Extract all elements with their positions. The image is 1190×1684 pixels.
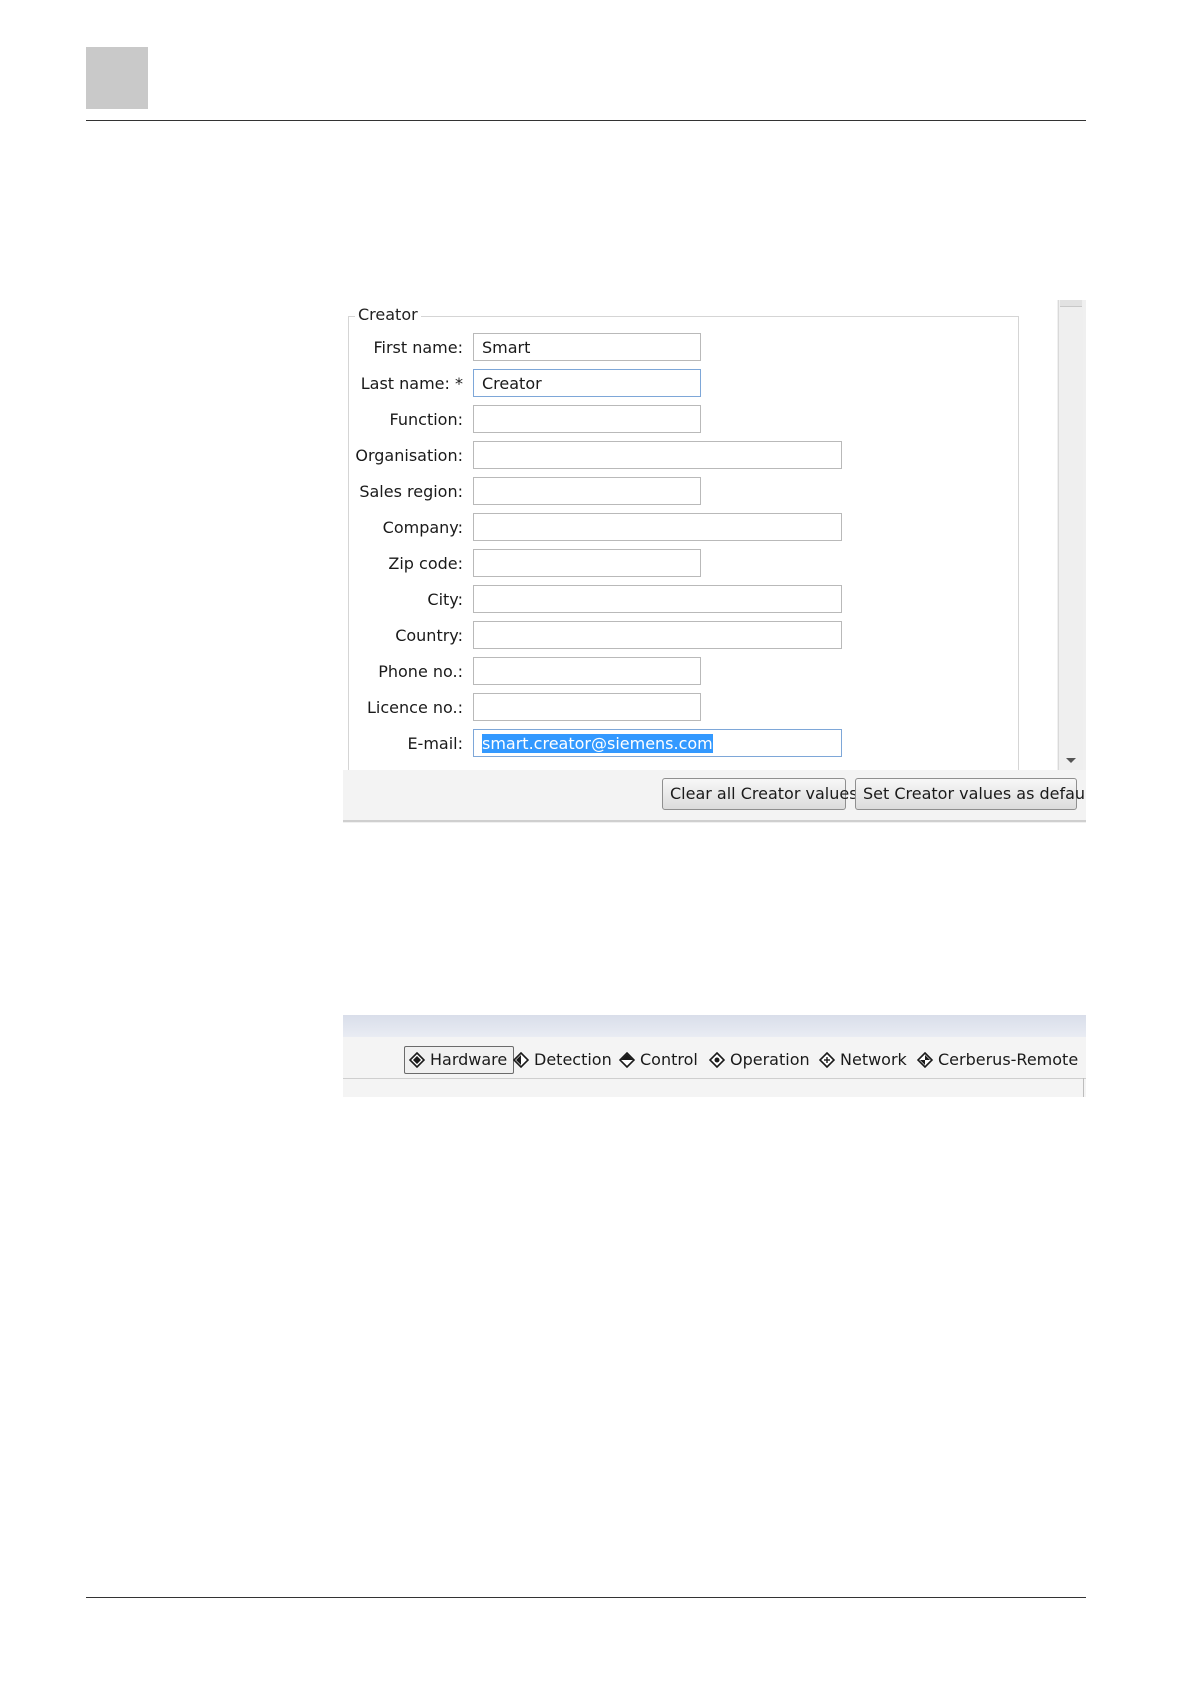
organisation-input[interactable]: [473, 441, 842, 469]
tab-control-label: Control: [640, 1050, 698, 1069]
tab-bar-header-band: [343, 1015, 1086, 1037]
button-bar: Clear all Creator values Set Creator val…: [343, 770, 1086, 822]
licence-no-input[interactable]: [473, 693, 701, 721]
function-label: Function:: [389, 410, 463, 429]
clear-creator-values-button[interactable]: Clear all Creator values: [662, 778, 858, 810]
city-label: City:: [427, 590, 463, 609]
tab-detection-label: Detection: [534, 1050, 612, 1069]
email-label: E-mail:: [407, 734, 463, 753]
country-label: Country:: [395, 626, 463, 645]
tab-bar-screenshot: Hardware Detection Control Operation Net…: [343, 1015, 1086, 1097]
company-input[interactable]: [473, 513, 842, 541]
last-name-label: Last name: *: [360, 374, 463, 393]
zip-code-input[interactable]: [473, 549, 701, 577]
email-selected-text: smart.creator@siemens.com: [482, 734, 713, 753]
phone-no-label: Phone no.:: [378, 662, 463, 681]
scroll-down-arrow-icon[interactable]: [1066, 758, 1076, 763]
page-marker: [86, 47, 148, 109]
tab-cerberus-remote-label: Cerberus-Remote: [938, 1050, 1079, 1069]
sales-region-input[interactable]: [473, 477, 701, 505]
sales-region-label: Sales region:: [359, 482, 463, 501]
licence-no-label: Licence no.:: [367, 698, 463, 717]
vertical-scrollbar[interactable]: [1058, 300, 1083, 770]
diamond-control-icon: [619, 1052, 635, 1068]
diamond-hardware-icon: [409, 1052, 425, 1068]
tab-cerberus-remote[interactable]: Cerberus-Remote: [917, 1046, 1078, 1074]
phone-no-input[interactable]: [473, 657, 701, 685]
diamond-operation-icon: [709, 1052, 725, 1068]
tab-bar-bottom-border: [343, 1078, 1086, 1079]
tab-bar-right-edge: [1083, 1078, 1084, 1097]
scrollbar-top-cap: [1060, 300, 1082, 307]
first-name-label: First name:: [373, 338, 463, 357]
tab-hardware[interactable]: Hardware: [404, 1046, 515, 1074]
company-label: Company:: [382, 518, 463, 537]
tab-detection[interactable]: Detection: [513, 1046, 612, 1074]
footer-rule: [86, 1597, 1086, 1598]
last-name-input[interactable]: Creator: [473, 369, 701, 397]
creator-panel: Creator First name: Smart Last name: * C…: [343, 300, 1057, 787]
tab-network[interactable]: Network: [819, 1046, 907, 1074]
diamond-cerberus-remote-icon: [917, 1052, 933, 1068]
tab-control[interactable]: Control: [619, 1046, 698, 1074]
set-creator-default-button[interactable]: Set Creator values as default: [855, 778, 1086, 810]
diamond-detection-icon: [513, 1052, 529, 1068]
email-input[interactable]: smart.creator@siemens.com: [473, 729, 842, 757]
tab-hardware-label: Hardware: [430, 1050, 508, 1069]
tab-network-label: Network: [840, 1050, 907, 1069]
tab-operation[interactable]: Operation: [709, 1046, 810, 1074]
zip-code-label: Zip code:: [388, 554, 463, 573]
tab-operation-label: Operation: [730, 1050, 810, 1069]
header-rule: [86, 120, 1086, 121]
function-input[interactable]: [473, 405, 701, 433]
city-input[interactable]: [473, 585, 842, 613]
creator-dialog-screenshot: Creator First name: Smart Last name: * C…: [343, 300, 1086, 823]
creator-group-title: Creator: [355, 305, 421, 324]
country-input[interactable]: [473, 621, 842, 649]
first-name-input[interactable]: Smart: [473, 333, 701, 361]
diamond-network-icon: [819, 1052, 835, 1068]
organisation-label: Organisation:: [355, 446, 463, 465]
